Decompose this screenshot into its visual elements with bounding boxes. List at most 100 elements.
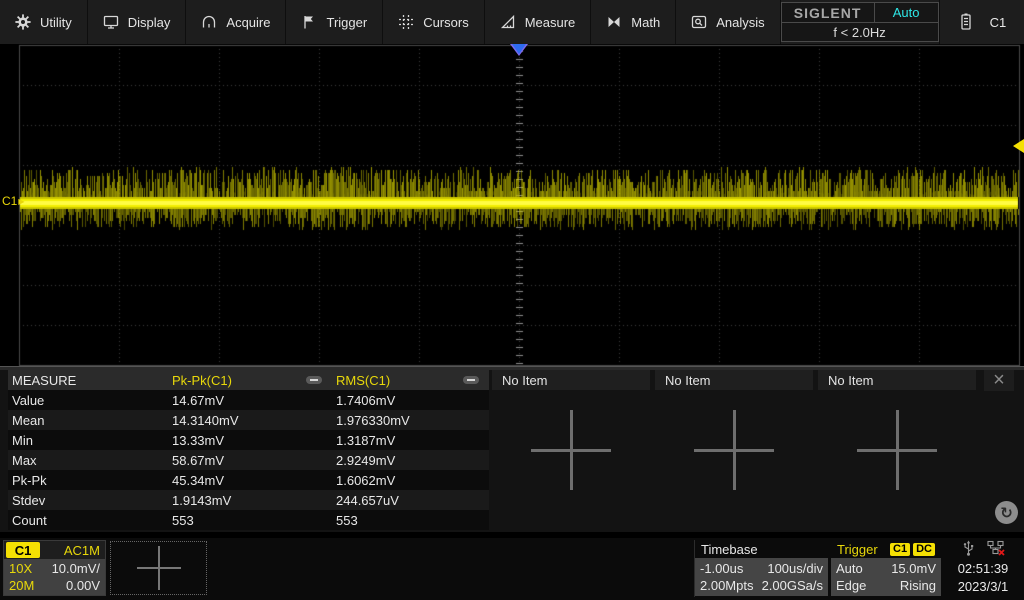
system-date: 2023/3/1: [958, 578, 1009, 596]
trigger-slope: Rising: [900, 578, 936, 593]
cursors-icon: [398, 14, 414, 30]
trigger-flag-icon: [301, 14, 317, 30]
channel-descriptor-box[interactable]: C1 AC1M 10X 10.0mV/ 20M 0.00V: [3, 540, 106, 596]
stat-label: Mean: [8, 413, 168, 428]
menu-item-label: Math: [631, 15, 660, 30]
acquire-icon: [201, 14, 217, 30]
trigger-mode: Auto: [836, 561, 863, 576]
sample-rate: 2.00GSa/s: [762, 578, 823, 593]
usb-icon: [960, 540, 977, 560]
math-icon: [606, 14, 622, 30]
menu-item-label: Trigger: [326, 15, 367, 30]
measure-column-header[interactable]: Pk-Pk(C1): [168, 373, 332, 388]
gear-icon: [15, 14, 31, 30]
stat-value: 1.976330mV: [332, 413, 489, 428]
bandwidth-limit: 20M: [9, 578, 34, 593]
menu-item-label: Analysis: [716, 15, 764, 30]
empty-measure-column: No Item: [492, 370, 650, 532]
trigger-source-badge: C1: [890, 543, 910, 556]
measure-stat-row: Min13.33mV1.3187mV: [8, 430, 489, 450]
siglent-logo: SIGLENT: [782, 3, 875, 22]
channel-pointer-icon: ▶: [18, 197, 24, 206]
channel-coupling: AC1M: [64, 543, 105, 558]
measure-table-title: MEASURE: [8, 373, 168, 388]
stat-value: 553: [168, 513, 332, 528]
system-status-box: 02:51:39 2023/3/1: [945, 540, 1021, 597]
waveform-canvas: [0, 44, 1024, 366]
remove-measure-button[interactable]: [463, 376, 479, 384]
timebase-scale: 100us/div: [767, 561, 823, 576]
channel-offset-marker[interactable]: C1 ▶: [2, 194, 25, 208]
add-channel-button[interactable]: [110, 541, 207, 595]
menu-item-cursors[interactable]: Cursors: [383, 0, 485, 44]
measure-column-name: Pk-Pk(C1): [172, 373, 306, 388]
volts-per-div: 10.0mV/: [52, 561, 100, 576]
trigger-coupling-badge: DC: [913, 543, 935, 556]
trigger-title: Trigger: [837, 542, 878, 557]
measure-stat-row: Value14.67mV1.7406mV: [8, 390, 489, 410]
measure-column-name: RMS(C1): [336, 373, 463, 388]
stat-value: 14.67mV: [168, 393, 332, 408]
stat-label: Max: [8, 453, 168, 468]
empty-measure-column: No Item: [818, 370, 976, 532]
trigger-level-marker[interactable]: [1013, 139, 1024, 153]
probe-attenuation: 10X: [9, 561, 32, 576]
scope-display[interactable]: C1 ▶: [0, 44, 1024, 366]
channel-offset: 0.00V: [66, 578, 100, 593]
stat-value: 1.6062mV: [332, 473, 489, 488]
measure-column-header[interactable]: RMS(C1): [332, 373, 489, 388]
bottom-bar: C1 AC1M 10X 10.0mV/ 20M 0.00V Timebase: [0, 538, 1024, 600]
menu-item-display[interactable]: Display: [88, 0, 187, 44]
empty-column-header: No Item: [818, 370, 976, 390]
menu-item-label: Utility: [40, 15, 72, 30]
analysis-icon: [691, 14, 707, 30]
channel-list-icon: [958, 13, 974, 31]
stat-value: 45.34mV: [168, 473, 332, 488]
measure-stat-row: Pk-Pk45.34mV1.6062mV: [8, 470, 489, 490]
stat-value: 1.7406mV: [332, 393, 489, 408]
stat-label: Pk-Pk: [8, 473, 168, 488]
trigger-type: Edge: [836, 578, 866, 593]
measure-stat-row: Count553553: [8, 510, 489, 530]
reset-statistics-button[interactable]: ↻: [995, 501, 1018, 524]
close-measure-panel-button[interactable]: ×: [984, 370, 1014, 391]
stat-label: Count: [8, 513, 168, 528]
oscilloscope-screen: Utility Display Acquire Trigger Cursors Measu…: [0, 0, 1024, 600]
menu-item-utility[interactable]: Utility: [0, 0, 88, 44]
acquisition-status-badge: Auto: [875, 3, 938, 22]
system-time: 02:51:39: [958, 560, 1009, 578]
trigger-box[interactable]: Trigger C1 DC Auto 15.0mV Edge Rising: [831, 540, 941, 597]
stat-label: Min: [8, 433, 168, 448]
stat-value: 244.657uV: [332, 493, 489, 508]
menu-item-acquire[interactable]: Acquire: [186, 0, 286, 44]
measure-panel: MEASURE Pk-Pk(C1) RMS(C1) Value14.67mV1.740…: [0, 370, 1024, 532]
measure-icon: [500, 14, 516, 30]
timebase-title: Timebase: [701, 542, 758, 557]
menu-item-label: Cursors: [423, 15, 469, 30]
status-box: SIGLENT Auto f < 2.0Hz: [781, 2, 939, 42]
stat-value: 553: [332, 513, 489, 528]
active-channel-label: C1: [990, 15, 1007, 30]
add-measurement-button[interactable]: [531, 410, 611, 490]
menu-item-analysis[interactable]: Analysis: [676, 0, 780, 44]
active-channel-section[interactable]: C1: [939, 0, 1024, 44]
stat-value: 58.67mV: [168, 453, 332, 468]
measure-stat-row: Mean14.3140mV1.976330mV: [8, 410, 489, 430]
stat-label: Value: [8, 393, 168, 408]
menu-item-trigger[interactable]: Trigger: [286, 0, 383, 44]
menu-item-measure[interactable]: Measure: [485, 0, 592, 44]
timebase-box[interactable]: Timebase -1.00us 100us/div 2.00Mpts 2.00…: [694, 540, 828, 597]
menu-bar: Utility Display Acquire Trigger Cursors Measu…: [0, 0, 1024, 44]
empty-column-header: No Item: [492, 370, 650, 390]
stat-value: 1.9143mV: [168, 493, 332, 508]
measure-stat-row: Max58.67mV2.9249mV: [8, 450, 489, 470]
menu-item-math[interactable]: Math: [591, 0, 676, 44]
add-measurement-button[interactable]: [857, 410, 937, 490]
menu-item-label: Display: [128, 15, 171, 30]
channel-badge[interactable]: C1: [6, 542, 40, 558]
remove-measure-button[interactable]: [306, 376, 322, 384]
display-icon: [103, 14, 119, 30]
stat-value: 2.9249mV: [332, 453, 489, 468]
trigger-position-marker[interactable]: [510, 44, 528, 56]
add-measurement-button[interactable]: [694, 410, 774, 490]
